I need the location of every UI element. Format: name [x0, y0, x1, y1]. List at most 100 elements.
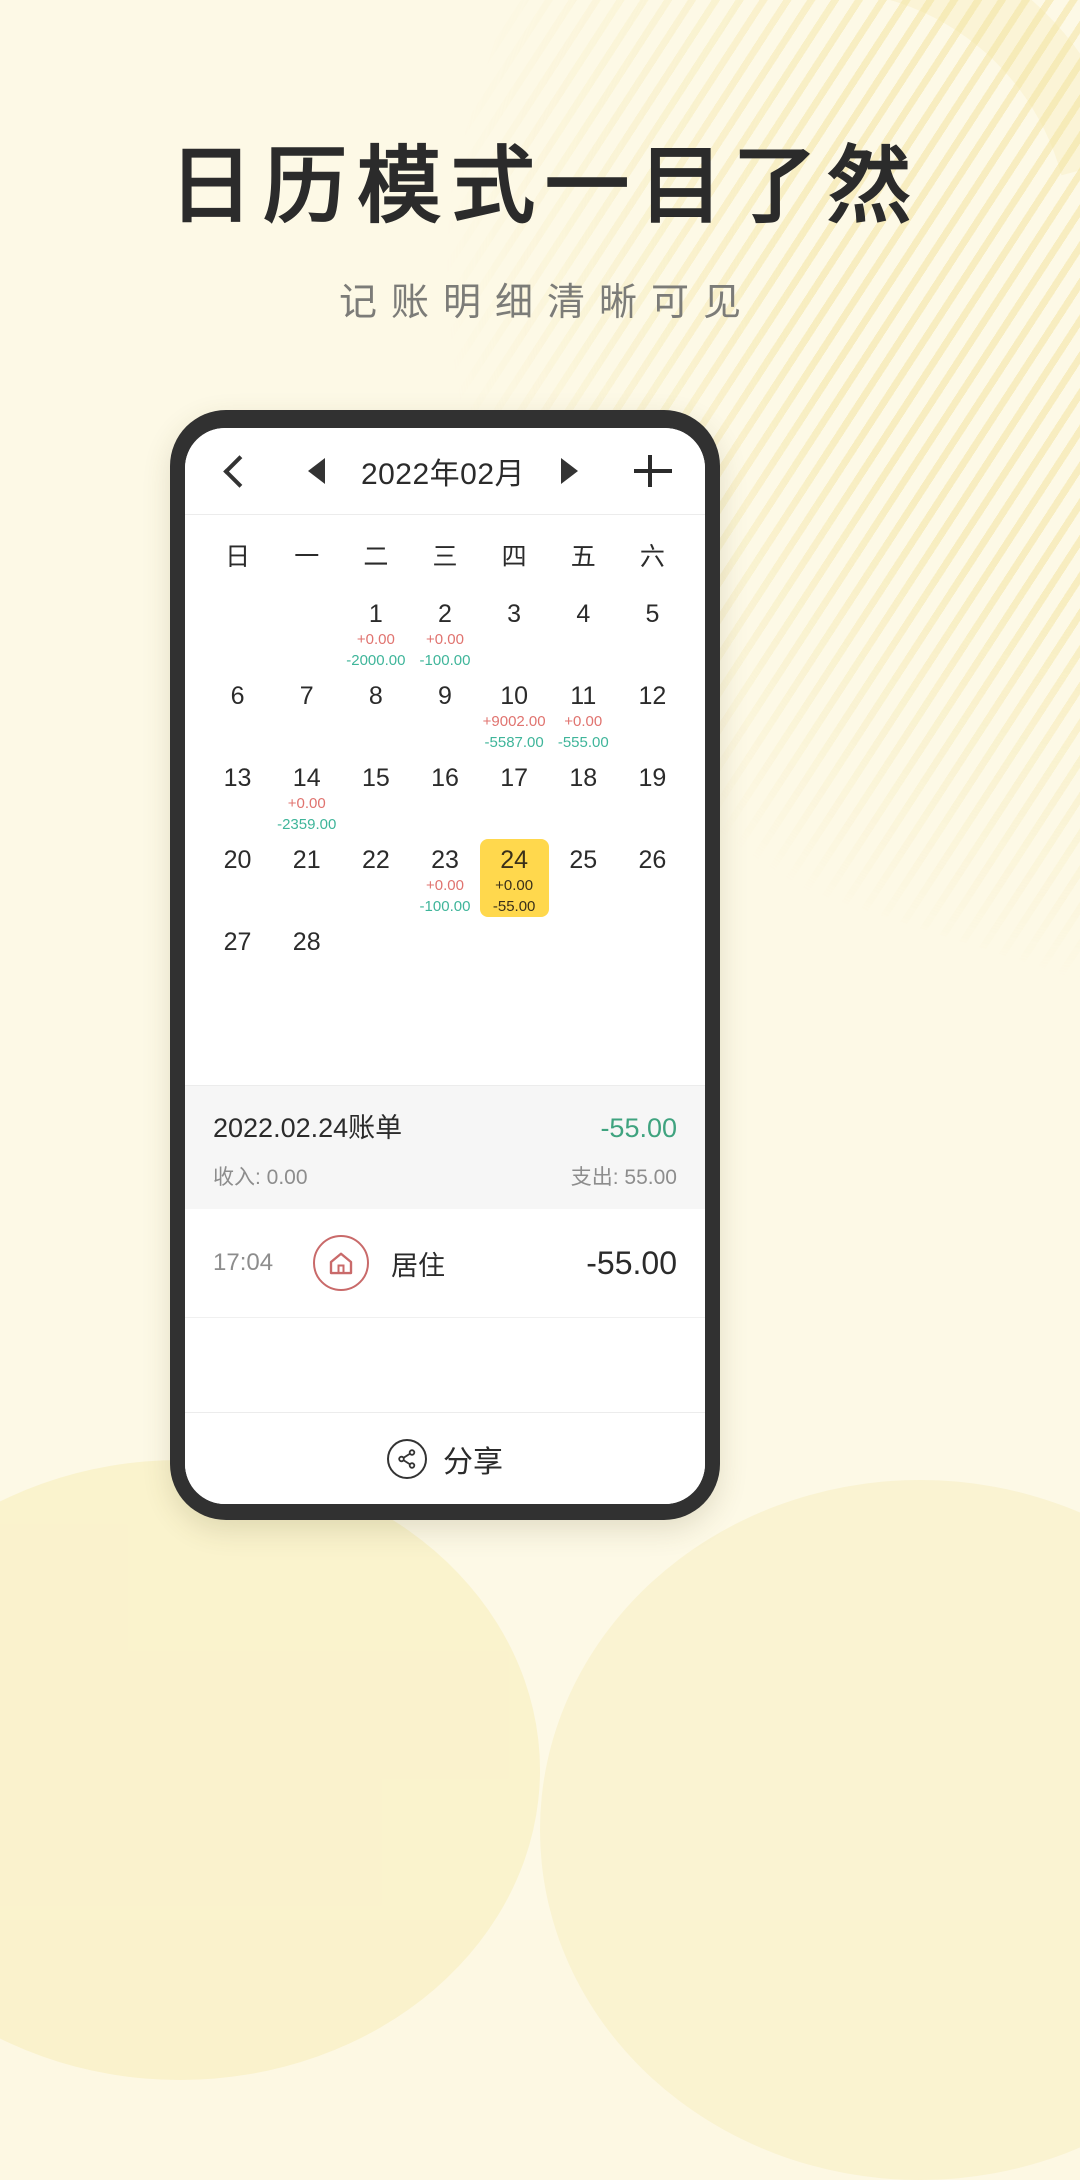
calendar-day-income: +0.00 [426, 877, 464, 895]
daily-summary-bar: 2022.02.24账单 -55.00 收入: 0.00 支出: 55.00 [185, 1085, 705, 1209]
weekday-6: 六 [639, 543, 665, 571]
app-header: 2022年02月 [185, 428, 705, 514]
summary-primary-row: 2022.02.24账单 -55.00 [213, 1106, 677, 1145]
calendar-day[interactable]: 21 [272, 839, 341, 917]
calendar-day-number: 14 [292, 764, 321, 792]
transaction-category: 居住 [391, 1250, 445, 1281]
calendar-day[interactable]: 3 [480, 593, 549, 671]
calendar-day[interactable]: 1 +0.00 -2000.00 [341, 593, 410, 671]
calendar-day-number: 23 [431, 846, 459, 874]
calendar-day[interactable]: 16 [410, 757, 479, 835]
calendar-day[interactable]: 20 [203, 839, 272, 917]
summary-secondary-row: 收入: 0.00 支出: 55.00 [213, 1161, 677, 1191]
calendar-day[interactable]: 6 [203, 675, 272, 753]
calendar-day[interactable]: 11 +0.00 -555.00 [549, 675, 618, 753]
month-label: 2022年02月 [360, 458, 526, 491]
calendar-day-number: 25 [569, 846, 598, 874]
promo-text-block: 日历模式一目了然 记账明细清晰可见 [0, 140, 1080, 326]
summary-income: 收入: 0.00 [213, 1166, 308, 1189]
calendar-day-number: 9 [438, 682, 452, 710]
month-navigator: 2022年02月 [255, 449, 631, 493]
promo-subheadline: 记账明细清晰可见 [338, 281, 755, 324]
calendar-day[interactable]: 26 [618, 839, 687, 917]
calendar-day-number: 10 [500, 682, 529, 710]
calendar-blank-cell [272, 593, 341, 671]
calendar-day[interactable]: 23 +0.00 -100.00 [410, 839, 479, 917]
calendar-day-number: 8 [368, 682, 383, 710]
calendar-day[interactable]: 22 [341, 839, 410, 917]
calendar-day-number: 26 [638, 846, 667, 874]
share-icon [387, 1438, 427, 1479]
phone-mockup: 2022年02月 日 一 二 三 四 五 六 1 +0.00 -2000.00 2 +0.00 -10… [170, 410, 720, 1520]
calendar-day-number: 21 [292, 846, 321, 874]
calendar-day-number: 7 [299, 682, 314, 710]
calendar-day-number: 6 [230, 682, 245, 710]
calendar-day-number: 28 [292, 928, 321, 956]
chevron-left-icon[interactable] [215, 451, 255, 491]
calendar-day-expense: -55.00 [492, 897, 536, 915]
calendar-day-selected[interactable]: 24 +0.00 -55.00 [479, 839, 549, 917]
summary-expense: 支出: 55.00 [570, 1166, 677, 1189]
calendar-day-number: 22 [361, 846, 390, 874]
calendar-day-expense: -2359.00 [277, 815, 337, 833]
weekday-header-row: 日一二三四五六 [185, 515, 705, 587]
calendar-day-expense: -555.00 [557, 733, 609, 751]
calendar-day-number: 13 [223, 764, 252, 792]
calendar-day-income: +0.00 [495, 877, 534, 895]
calendar-day-number: 19 [638, 764, 667, 792]
calendar-day-number: 4 [576, 600, 591, 628]
calendar-day[interactable]: 7 [272, 675, 341, 753]
calendar-day-number: 17 [500, 764, 529, 792]
calendar-day-expense: -2000.00 [346, 651, 406, 669]
triangle-right-icon[interactable] [561, 458, 579, 484]
transaction-amount: -55.00 [586, 1244, 677, 1281]
calendar-day[interactable]: 17 [480, 757, 549, 835]
transaction-time: 17:04 [213, 1249, 274, 1276]
calendar-day-income: +0.00 [287, 795, 326, 813]
transaction-list: 17:04 居住 -55.00 [185, 1209, 705, 1412]
triangle-left-icon[interactable] [307, 458, 325, 484]
calendar-day[interactable]: 10 +9002.00 -5587.00 [480, 675, 549, 753]
calendar-day[interactable]: 9 [410, 675, 479, 753]
calendar-day[interactable]: 18 [549, 757, 618, 835]
calendar-day-number: 18 [569, 764, 598, 792]
calendar-day-number: 5 [645, 600, 660, 628]
calendar-day-number: 20 [223, 846, 252, 874]
promo-headline: 日历模式一目了然 [168, 141, 921, 234]
calendar-day-expense: -5587.00 [484, 733, 544, 751]
calendar-day-income: +0.00 [564, 713, 603, 731]
summary-total-amount: -55.00 [600, 1113, 677, 1143]
calendar-day[interactable]: 14 +0.00 -2359.00 [272, 757, 341, 835]
calendar-day-number: 1 [368, 600, 383, 628]
calendar-day[interactable]: 5 [618, 593, 687, 671]
weekday-1: 一 [294, 543, 320, 571]
calendar-day[interactable]: 25 [549, 839, 618, 917]
calendar-day-expense: -100.00 [419, 897, 471, 915]
calendar-day-income: +9002.00 [482, 713, 546, 731]
calendar-day[interactable]: 2 +0.00 -100.00 [410, 593, 479, 671]
calendar-blank-cell [203, 593, 272, 671]
calendar-bottom-spacer [185, 999, 705, 1085]
calendar-day[interactable]: 12 [618, 675, 687, 753]
calendar-day[interactable]: 15 [341, 757, 410, 835]
phone-screen: 2022年02月 日 一 二 三 四 五 六 1 +0.00 -2000.00 2 +0.00 -10… [185, 428, 705, 1504]
weekday-3: 三 [432, 543, 458, 571]
calendar-day[interactable]: 19 [618, 757, 687, 835]
calendar-day-expense: -100.00 [419, 651, 471, 669]
calendar-day-number: 24 [500, 846, 529, 874]
calendar-day[interactable]: 13 [203, 757, 272, 835]
weekday-2: 二 [363, 543, 389, 571]
plus-icon[interactable] [631, 449, 675, 493]
calendar-day-number: 11 [570, 682, 597, 710]
weekday-0: 日 [225, 543, 251, 571]
transaction-row[interactable]: 17:04 居住 -55.00 [185, 1209, 705, 1318]
calendar-day[interactable]: 27 [203, 921, 272, 999]
weekday-5: 五 [570, 543, 596, 571]
calendar-day[interactable]: 8 [341, 675, 410, 753]
share-button[interactable]: 分享 [185, 1412, 705, 1504]
calendar-day-number: 2 [438, 600, 452, 628]
calendar-day[interactable]: 4 [549, 593, 618, 671]
weekday-4: 四 [501, 543, 527, 571]
calendar-day[interactable]: 28 [272, 921, 341, 999]
share-label: 分享 [443, 1445, 503, 1479]
